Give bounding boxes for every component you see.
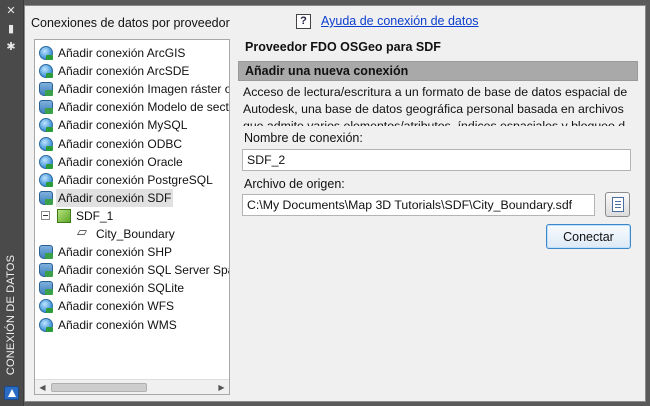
pin-icon[interactable]: ▮ — [4, 22, 18, 36]
globe-connection-icon — [39, 64, 53, 79]
tree-item-label: Añadir conexión Imagen ráster o — [58, 82, 230, 97]
globe-connection-icon — [39, 299, 53, 314]
globe-connection-icon — [39, 172, 53, 187]
tree-item-provider[interactable]: Añadir conexión WMS — [35, 316, 229, 334]
tree-item-label: SDF_1 — [76, 208, 114, 223]
tree-item-provider[interactable]: Añadir conexión ArcSDE — [35, 62, 229, 80]
tree-item-provider[interactable]: Añadir conexión MySQL — [35, 116, 229, 134]
tree-item-connection[interactable]: SDF_1 — [35, 207, 229, 225]
tree-item-label: Añadir conexión SQL Server Spa — [58, 263, 230, 278]
tree-item-provider[interactable]: Añadir conexión SQL Server Spa — [35, 261, 229, 279]
globe-connection-icon — [39, 154, 53, 169]
tree-item-label: Añadir conexión SQLite — [58, 281, 185, 296]
provider-description: Acceso de lectura/escritura a un formato… — [243, 85, 628, 126]
database-connection-icon — [39, 190, 53, 205]
database-connection-icon — [39, 245, 53, 260]
source-file-input[interactable] — [242, 194, 595, 216]
palette-side-bar: ✕ ▮ ✱ CONEXIÓN DE DATOS — [0, 0, 24, 406]
tree-item-provider[interactable]: Añadir conexión SHP — [35, 243, 229, 261]
tree-item-provider[interactable]: Añadir conexión WFS — [35, 297, 229, 315]
tree-item-label: Añadir conexión Modelo de secto — [58, 100, 230, 115]
cube-icon — [57, 208, 71, 223]
tree-item-label: Añadir conexión MySQL — [58, 118, 188, 133]
globe-connection-icon — [39, 317, 53, 332]
tree-item-label: Añadir conexión ArcGIS — [58, 46, 186, 60]
settings-icon[interactable]: ✱ — [4, 40, 18, 54]
help-link-text[interactable]: Ayuda de conexión de datos — [321, 14, 479, 28]
browse-button[interactable] — [605, 192, 630, 217]
tree-item-label: Añadir conexión ArcSDE — [58, 64, 190, 79]
tree-horizontal-scrollbar[interactable]: ◀ ▶ — [35, 379, 229, 394]
section-title: Añadir una nueva conexión — [245, 64, 409, 78]
database-connection-icon — [39, 281, 53, 296]
data-connect-panel: Conexiones de datos por proveedor Añadir… — [24, 5, 646, 402]
connect-button[interactable]: Conectar — [546, 224, 631, 249]
globe-connection-icon — [39, 46, 53, 60]
providers-tree[interactable]: Añadir conexión ArcGIS Añadir conexión Ar… — [34, 39, 230, 395]
tree-item-label: Añadir conexión SDF — [56, 188, 174, 207]
tree-item-label: Añadir conexión SHP — [58, 245, 173, 260]
scroll-right-icon[interactable]: ▶ — [216, 382, 227, 393]
globe-connection-icon — [39, 118, 53, 133]
feature-class-icon — [77, 224, 91, 242]
source-file-label: Archivo de origen: — [244, 177, 345, 191]
tree-item-label: Añadir conexión ODBC — [58, 136, 183, 151]
providers-title: Conexiones de datos por proveedor — [31, 16, 230, 30]
scroll-thumb[interactable] — [51, 383, 147, 392]
connection-name-input[interactable] — [242, 149, 631, 171]
tree-item-provider[interactable]: Añadir conexión ArcGIS — [35, 44, 229, 62]
autodesk-logo-icon — [4, 386, 19, 400]
help-icon[interactable]: ? — [296, 14, 311, 29]
tree-item-provider[interactable]: Añadir conexión Modelo de secto — [35, 98, 229, 116]
tree-item-label: City_Boundary — [96, 227, 175, 241]
tree-item-label: Añadir conexión Oracle — [58, 154, 183, 169]
database-connection-icon — [39, 100, 53, 115]
scroll-left-icon[interactable]: ◀ — [37, 382, 48, 393]
tree-item-label: Añadir conexión PostgreSQL — [58, 172, 213, 187]
close-icon[interactable]: ✕ — [4, 4, 18, 18]
tree-item-provider[interactable]: Añadir conexión Imagen ráster o — [35, 80, 229, 98]
browse-file-icon — [612, 197, 624, 212]
database-connection-icon — [39, 82, 53, 97]
connection-name-label: Nombre de conexión: — [244, 131, 363, 145]
tree-item-provider[interactable]: Añadir conexión SQLite — [35, 279, 229, 297]
section-header: Añadir una nueva conexión — [238, 61, 638, 81]
tree-item-provider[interactable]: Añadir conexión SDF — [35, 188, 229, 207]
tree-item-provider[interactable]: Añadir conexión PostgreSQL — [35, 171, 229, 189]
tree-item-feature-class[interactable]: City_Boundary — [35, 224, 229, 243]
palette-title: CONEXIÓN DE DATOS — [5, 254, 17, 376]
collapse-icon[interactable] — [41, 210, 50, 220]
globe-connection-icon — [39, 136, 53, 151]
tree-item-label: Añadir conexión WMS — [58, 317, 177, 332]
tree-item-provider[interactable]: Añadir conexión ODBC — [35, 135, 229, 153]
database-connection-icon — [39, 263, 53, 278]
tree-item-provider[interactable]: Añadir conexión Oracle — [35, 153, 229, 171]
tree-item-label: Añadir conexión WFS — [58, 299, 175, 314]
provider-title: Proveedor FDO OSGeo para SDF — [245, 40, 441, 54]
